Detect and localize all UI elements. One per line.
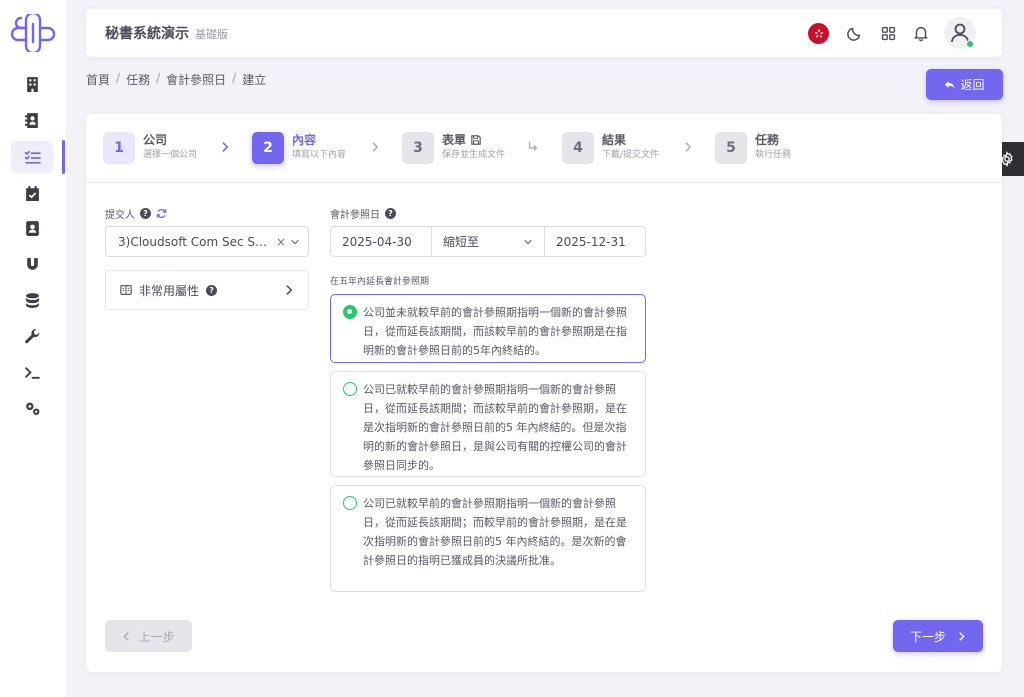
help-icon[interactable]: ? (206, 284, 218, 296)
radio-unselected[interactable] (343, 382, 357, 396)
nav-settings[interactable] (11, 392, 53, 424)
start-date-field[interactable]: 2025-04-30 (331, 227, 432, 256)
chevron-down-icon (291, 239, 299, 244)
refresh-icon[interactable] (156, 208, 167, 219)
bell-icon[interactable] (909, 21, 933, 45)
chevron-right-icon (682, 140, 694, 154)
breadcrumb-home[interactable]: 首頁 (86, 71, 110, 88)
breadcrumb-create: 建立 (242, 73, 267, 87)
extend-option-2[interactable]: 公司已就較早前的會計參照期指明一個新的會計參照日，從而延長該期間；而該較早前的會… (330, 371, 646, 477)
chevron-right-icon (959, 631, 965, 641)
book-icon (120, 285, 132, 295)
calendar-check-icon (25, 185, 39, 201)
moon-icon[interactable] (843, 21, 867, 45)
database-icon (25, 292, 39, 308)
chevron-down-icon (524, 239, 532, 244)
app-edition: 基礎版 (195, 28, 228, 41)
breadcrumb: 首頁 / 任務 / 會計參照日 / 建立 (86, 71, 267, 88)
magnet-icon (26, 257, 38, 270)
previous-step-button[interactable]: 上一步 (105, 620, 192, 652)
submitter-select[interactable]: 3)Cloudsoft Com Sec Servi... × (105, 226, 309, 257)
wrench-icon (24, 328, 39, 343)
chevron-right-icon (219, 140, 231, 154)
chevron-left-icon (123, 631, 130, 641)
step-5[interactable]: 5 任務 執行任務 (715, 132, 791, 166)
nav-tools[interactable] (11, 320, 53, 352)
extend-period-label: 在五年內延長會計參照期 (330, 277, 430, 287)
terminal-icon (24, 366, 40, 379)
app-title: 秘書系統演示 (105, 26, 189, 42)
hk-flag-icon[interactable] (808, 23, 829, 44)
back-button[interactable]: 返回 (926, 69, 1003, 100)
building-icon (26, 76, 38, 92)
end-date-field[interactable]: 2025-12-31 (545, 227, 645, 256)
save-icon (471, 135, 481, 145)
nav-tasks[interactable] (11, 141, 53, 173)
radio-selected[interactable] (343, 305, 357, 319)
submitter-label: 提交人 ? (105, 206, 167, 221)
online-status-dot (966, 40, 974, 48)
cogs-icon (25, 402, 39, 415)
nav-contacts[interactable] (11, 104, 53, 136)
app-logo[interactable] (8, 11, 58, 55)
top-header: 秘書系統演示 基礎版 (86, 9, 1002, 57)
step-4[interactable]: 4 結果 下載/提交文件 (562, 132, 659, 166)
nav-terminal[interactable] (11, 356, 53, 388)
nav-database[interactable] (11, 284, 53, 316)
chevron-right-icon (286, 285, 293, 295)
wizard-card: 1 公司 選擇一個公司 2 內容 填寫以下內容 3 表單 保存並生成文件 4 結… (86, 114, 1002, 672)
address-book-icon (25, 220, 39, 236)
step-2[interactable]: 2 內容 填寫以下內容 (252, 132, 346, 166)
extend-option-3[interactable]: 公司已就較早前的會計參照期指明一個新的會計參照日，從而延長該期間；而較早前的會計… (330, 485, 646, 592)
help-icon[interactable]: ? (140, 208, 151, 219)
nav-active-indicator (62, 140, 65, 174)
nav-company[interactable] (11, 68, 53, 100)
radio-unselected[interactable] (343, 496, 357, 510)
help-icon[interactable]: ? (385, 208, 396, 219)
contacts-icon (24, 112, 38, 128)
grid-icon[interactable] (876, 21, 900, 45)
next-step-button[interactable]: 下一步 (893, 620, 983, 652)
clear-icon[interactable]: × (276, 235, 286, 249)
breadcrumb-tasks[interactable]: 任務 (126, 71, 150, 88)
extend-option-1[interactable]: 公司並未就較早前的會計參照期指明一個新的會計參照日，從而延長該期間，而該較早前的… (330, 294, 646, 363)
date-mode-select[interactable]: 縮短至 (432, 227, 545, 256)
step-1[interactable]: 1 公司 選擇一個公司 (103, 132, 197, 166)
chevron-right-icon (369, 140, 381, 154)
sidebar (0, 0, 66, 697)
nav-calendar[interactable] (11, 177, 53, 209)
turn-right-icon (527, 140, 539, 154)
uncommon-attributes-toggle[interactable]: 非常用屬性 ? (105, 270, 309, 310)
date-range-group: 2025-04-30 縮短至 2025-12-31 (330, 226, 646, 257)
step-3[interactable]: 3 表單 保存並生成文件 (402, 132, 505, 166)
nav-address-book[interactable] (11, 212, 53, 244)
date-label: 會計參照日 ? (330, 206, 396, 221)
reply-icon (945, 80, 955, 89)
stepper-divider (86, 182, 1002, 183)
breadcrumb-accounting-date[interactable]: 會計參照日 (166, 71, 226, 88)
nav-magnet[interactable] (11, 248, 53, 280)
task-list-icon (24, 150, 41, 164)
